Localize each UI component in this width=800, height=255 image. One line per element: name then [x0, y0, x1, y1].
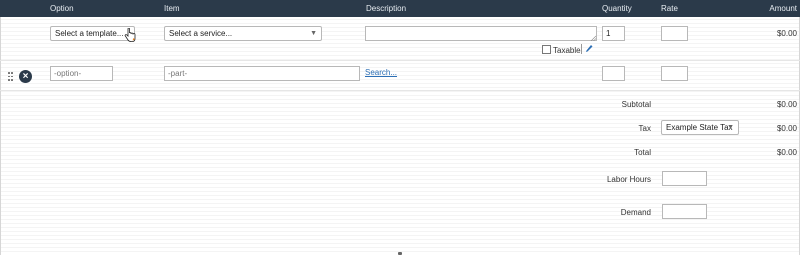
column-header-item: Item: [164, 4, 180, 13]
column-header-quantity: Quantity: [602, 4, 632, 13]
taxable-checkbox[interactable]: [542, 45, 551, 54]
option-input[interactable]: [50, 66, 113, 81]
chevron-down-icon: ▼: [310, 30, 317, 37]
template-select-value: Select a template...: [55, 29, 124, 38]
row-divider: [0, 90, 800, 91]
demand-input[interactable]: [662, 204, 707, 219]
resize-grip-icon: [590, 35, 596, 41]
subtotal-label: Subtotal: [621, 100, 651, 109]
hand-cursor-icon: [124, 28, 136, 42]
column-header-rate: Rate: [661, 4, 678, 13]
tax-select-value: Example State Tax: [666, 123, 733, 132]
total-value: $0.00: [776, 148, 797, 157]
drag-handle-icon[interactable]: [8, 72, 13, 81]
divider: [581, 44, 582, 54]
tax-select[interactable]: Example State Tax ▼: [661, 120, 739, 135]
labor-hours-input[interactable]: [662, 171, 707, 186]
rate-input-2[interactable]: [661, 66, 688, 81]
pencil-icon[interactable]: [585, 44, 593, 54]
column-header-description: Description: [366, 4, 407, 13]
chevron-down-icon: ▼: [727, 124, 734, 131]
line-amount: $0.00: [776, 29, 797, 38]
row-divider: [0, 60, 800, 61]
left-border: [0, 17, 1, 255]
total-label: Total: [634, 148, 651, 157]
quantity-input[interactable]: [602, 26, 625, 41]
labor-hours-label: Labor Hours: [606, 175, 651, 184]
close-circle-icon[interactable]: ×: [19, 70, 32, 83]
subtotal-value: $0.00: [776, 100, 797, 109]
tax-label: Tax: [638, 124, 651, 133]
service-select-value: Select a service...: [169, 29, 233, 38]
part-input[interactable]: [164, 66, 360, 81]
search-link[interactable]: Search...: [365, 68, 397, 77]
column-header-option: Option: [50, 4, 74, 13]
column-header-amount: Amount: [769, 4, 797, 13]
tax-value: $0.00: [776, 124, 797, 133]
template-select[interactable]: Select a template...: [50, 26, 135, 41]
demand-label: Demand: [620, 208, 651, 217]
quantity-input-2[interactable]: [602, 66, 625, 81]
rate-input[interactable]: [661, 26, 688, 41]
taxable-label: Taxable: [553, 46, 581, 55]
service-select[interactable]: Select a service... ▼: [164, 26, 322, 41]
description-input[interactable]: [365, 26, 597, 41]
line-items-header: Option Item Description Quantity Rate Am…: [0, 0, 800, 17]
